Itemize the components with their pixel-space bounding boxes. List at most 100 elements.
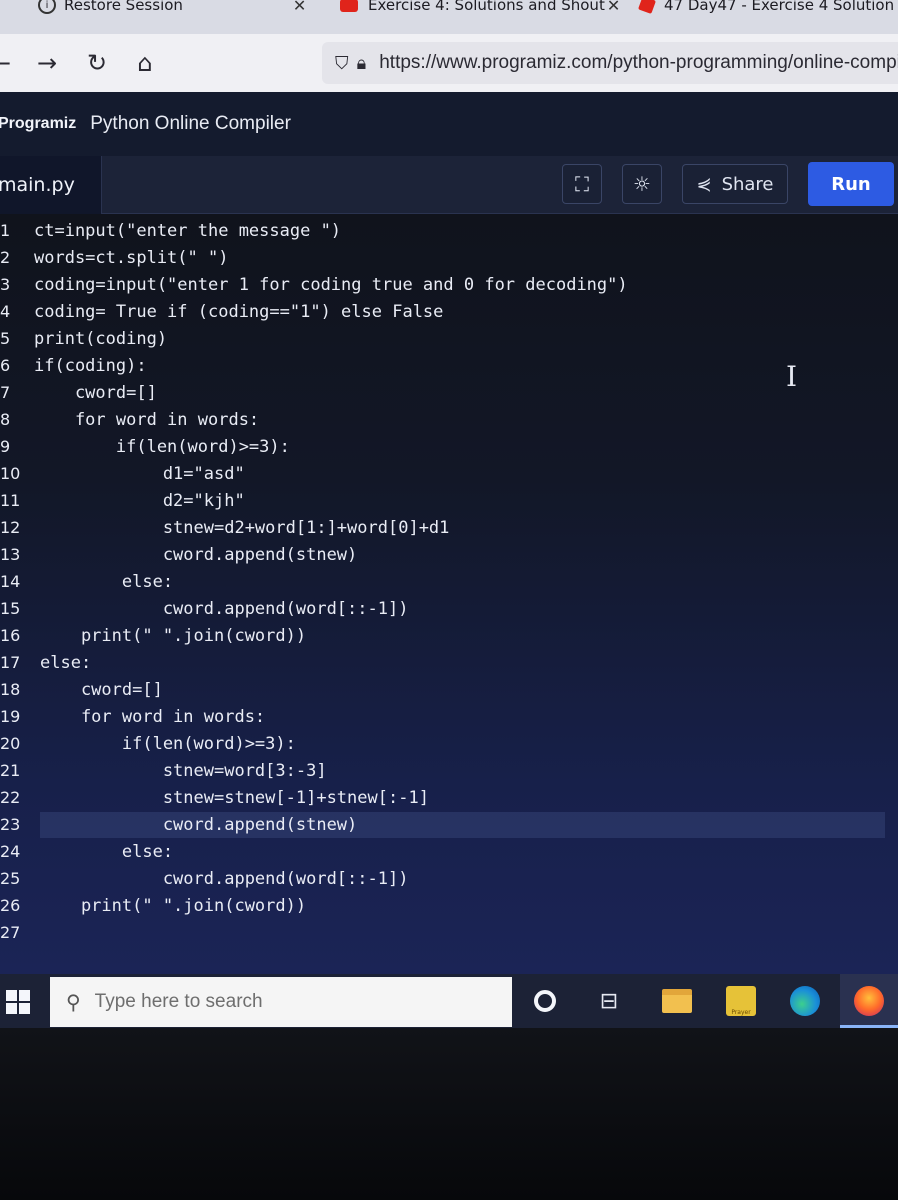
- code-line[interactable]: 27: [0, 920, 898, 946]
- taskbar-search-box[interactable]: ⚲ Type here to search: [50, 977, 512, 1027]
- code-text: if(len(word)>=3):: [34, 437, 290, 457]
- code-text: coding= True if (coding=="1") else False: [34, 302, 444, 322]
- fullscreen-button[interactable]: ⛶: [562, 164, 602, 204]
- code-line[interactable]: 14 else:: [0, 569, 898, 595]
- code-line[interactable]: 10 d1="asd": [0, 461, 898, 487]
- run-label: Run: [831, 173, 871, 195]
- code-text: cword.append(stnew): [40, 545, 358, 565]
- line-number: 9: [0, 437, 11, 456]
- line-number: 20: [0, 734, 21, 753]
- code-text: print(coding): [34, 329, 168, 349]
- code-line[interactable]: 21 stnew=word[3:-3]: [0, 758, 898, 784]
- code-line[interactable]: 24 else:: [0, 839, 898, 865]
- reload-icon[interactable]: ↻: [82, 48, 112, 78]
- code-line[interactable]: 23 cword.append(stnew): [0, 812, 898, 838]
- line-number: 21: [0, 761, 21, 780]
- task-view-icon[interactable]: ⊟: [592, 984, 626, 1018]
- edge-button[interactable]: [788, 984, 822, 1018]
- code-line[interactable]: 1 ct=input("enter the message "): [0, 218, 898, 244]
- line-number: 15: [0, 599, 21, 618]
- prayer-app-button[interactable]: Prayer: [724, 984, 758, 1018]
- codewithharry-icon: [638, 0, 656, 14]
- code-line[interactable]: 6 if(coding):: [0, 353, 898, 379]
- code-line[interactable]: 3 coding=input("enter 1 for coding true a…: [0, 272, 898, 298]
- tab-label: Restore Session: [64, 0, 183, 14]
- code-text: cword.append(word[::-1]): [40, 869, 409, 889]
- windows-taskbar: ⚲ Type here to search ⊟ Prayer: [0, 974, 898, 1028]
- line-number: 1: [0, 221, 11, 240]
- share-label: Share: [721, 173, 774, 195]
- code-text: else:: [40, 842, 174, 862]
- code-line[interactable]: 4 coding= True if (coding=="1") else Fals…: [0, 299, 898, 325]
- forward-arrow-icon[interactable]: →: [32, 48, 62, 78]
- shield-icon[interactable]: ⛉: [332, 53, 352, 74]
- code-line[interactable]: 2 words=ct.split(" "): [0, 245, 898, 271]
- code-text: print(" ".join(cword)): [40, 626, 307, 646]
- prayer-app-icon: Prayer: [726, 986, 756, 1016]
- line-number: 19: [0, 707, 21, 726]
- line-number: 17: [0, 653, 21, 672]
- firefox-button[interactable]: [852, 984, 886, 1018]
- navigation-bar: ← → ↻ ⌂ ⛉ 🔒︎ https://www.programiz.com/p…: [0, 34, 898, 92]
- youtube-icon: [340, 0, 358, 12]
- cortana-icon: [534, 990, 556, 1012]
- code-text: else:: [40, 653, 92, 673]
- firefox-icon: [854, 986, 884, 1016]
- code-editor[interactable]: 1 ct=input("enter the message ") 2 words=ct…: [0, 214, 898, 974]
- file-explorer-icon: [662, 989, 692, 1013]
- code-line[interactable]: 12 stnew=d2+word[1:]+word[0]+d1: [0, 515, 898, 541]
- programiz-logo[interactable]: Programiz: [0, 115, 76, 133]
- code-line[interactable]: 22 stnew=stnew[-1]+stnew[:-1]: [0, 785, 898, 811]
- code-line[interactable]: 26 print(" ".join(cword)): [0, 893, 898, 919]
- code-line[interactable]: 18 cword=[]: [0, 677, 898, 703]
- file-tab-main-py[interactable]: main.py: [0, 156, 102, 214]
- line-number: 26: [0, 896, 21, 915]
- search-placeholder[interactable]: Type here to search: [95, 991, 263, 1013]
- windows-start-icon[interactable]: [6, 990, 30, 1014]
- url-bar[interactable]: ⛉ 🔒︎ https://www.programiz.com/python-pr…: [322, 42, 898, 84]
- code-text: if(coding):: [34, 356, 147, 376]
- line-number: 8: [0, 410, 11, 429]
- url-text[interactable]: https://www.programiz.com/python-program…: [379, 52, 898, 74]
- code-line[interactable]: 17 else:: [0, 650, 898, 676]
- page-title: Python Online Compiler: [90, 113, 291, 134]
- info-circle-icon: i: [38, 0, 56, 14]
- code-line[interactable]: 20 if(len(word)>=3):: [0, 731, 898, 757]
- text-cursor-icon: I: [786, 360, 798, 393]
- code-line[interactable]: 15 cword.append(word[::-1]): [0, 596, 898, 622]
- run-button[interactable]: Run: [808, 162, 894, 206]
- code-text: words=ct.split(" "): [34, 248, 229, 268]
- close-icon[interactable]: ✕: [607, 0, 620, 15]
- line-number: 22: [0, 788, 21, 807]
- code-line[interactable]: 9 if(len(word)>=3):: [0, 434, 898, 460]
- code-line[interactable]: 25 cword.append(word[::-1]): [0, 866, 898, 892]
- prayer-label: Prayer: [731, 1009, 751, 1016]
- back-arrow-icon[interactable]: ←: [0, 48, 16, 78]
- share-button[interactable]: ⋞ Share: [682, 164, 788, 204]
- close-icon[interactable]: ✕: [293, 0, 306, 15]
- cortana-button[interactable]: [528, 984, 562, 1018]
- code-line[interactable]: 7 cword=[]: [0, 380, 898, 406]
- code-line[interactable]: 13 cword.append(stnew): [0, 542, 898, 568]
- line-number: 14: [0, 572, 21, 591]
- file-explorer-button[interactable]: [660, 984, 694, 1018]
- line-number: 6: [0, 356, 11, 375]
- code-text: stnew=stnew[-1]+stnew[:-1]: [40, 788, 429, 808]
- line-number: 13: [0, 545, 21, 564]
- code-text: cword.append(stnew): [40, 815, 358, 835]
- line-number: 23: [0, 815, 21, 834]
- share-icon: ⋞: [696, 173, 712, 195]
- code-line[interactable]: 11 d2="kjh": [0, 488, 898, 514]
- tab-restore-session[interactable]: i Restore Session ✕: [38, 0, 306, 16]
- tab-day47[interactable]: 47 Day47 - Exercise 4 Solution: [638, 0, 894, 16]
- tab-exercise-4[interactable]: Exercise 4: Solutions and Shout ✕: [340, 0, 620, 16]
- code-line[interactable]: 8 for word in words:: [0, 407, 898, 433]
- code-line[interactable]: 16 print(" ".join(cword)): [0, 623, 898, 649]
- site-header: Programiz Python Online Compiler: [0, 92, 898, 156]
- code-line[interactable]: 19 for word in words:: [0, 704, 898, 730]
- code-line[interactable]: 5 print(coding): [0, 326, 898, 352]
- sun-icon: ☼: [633, 172, 651, 196]
- lock-icon[interactable]: 🔒︎: [352, 53, 372, 74]
- home-icon[interactable]: ⌂: [130, 48, 160, 78]
- theme-toggle-button[interactable]: ☼: [622, 164, 662, 204]
